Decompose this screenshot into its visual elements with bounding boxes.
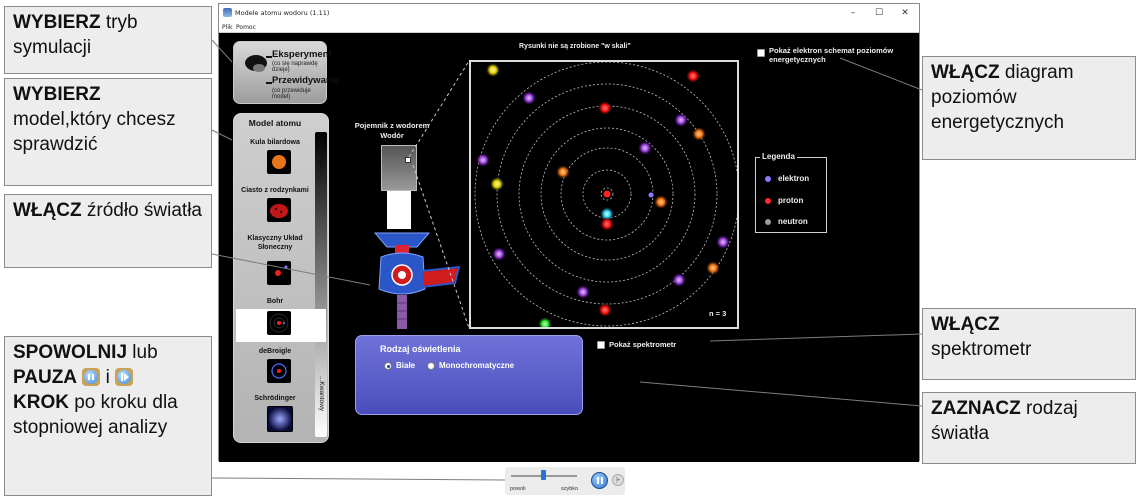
callout-speed-t2: i — [105, 367, 110, 388]
callout-lighttype-bold: ZAZNACZ — [931, 398, 1021, 419]
model-debroglie-button[interactable] — [267, 359, 291, 383]
legend: Legenda elektron proton neutron — [755, 152, 827, 233]
white-light-label: Białe — [396, 361, 416, 370]
model-plum-button[interactable] — [267, 198, 291, 222]
orbiting-electron — [648, 192, 654, 198]
legend-electron: elektron — [778, 174, 810, 183]
callout-model-bold: WYBIERZ — [13, 84, 101, 105]
model-label-schrodinger: Schrödinger — [254, 395, 296, 402]
model-schrodinger-button[interactable] — [267, 406, 293, 432]
monochromatic-radio[interactable] — [427, 362, 435, 370]
callout-spectro-bold: WŁĄCZ — [931, 314, 1000, 335]
quantum-axis-label: ...Kwantowy — [318, 376, 325, 412]
debroglie-wave-icon — [271, 363, 287, 379]
prediction-option[interactable]: Przewidywanie — [272, 75, 340, 86]
light-type-panel: Rodzaj oświetlenia Białe Monochromatyczn… — [355, 335, 583, 415]
callout-spectro-text: spektrometr — [931, 339, 1032, 360]
callout-energy-bold: WŁĄCZ — [931, 62, 1000, 83]
bohr-atom-icon — [269, 313, 289, 333]
callout-light: WŁĄCZ źródło światła — [4, 194, 212, 268]
slow-label: powoli — [510, 486, 526, 492]
experiment-option[interactable]: Eksperyment — [272, 49, 332, 60]
callout-speed-bold1: SPOWOLNIJ — [13, 342, 128, 363]
legend-proton: proton — [778, 196, 804, 205]
callout-light-bold: WŁĄCZ — [13, 200, 82, 221]
maximize-button[interactable]: ☐ — [867, 7, 891, 19]
menu-file[interactable]: Plik — [222, 24, 232, 31]
monochromatic-label: Monochromatyczne — [439, 361, 515, 370]
zoom-lines — [408, 60, 470, 329]
atom-model-panel: Model atomu Klasyczny... ...Kwantowy Kul… — [233, 113, 329, 443]
experiment-subtitle: (co się naprawdę dzieje) — [272, 61, 318, 73]
plum-pudding-icon — [270, 204, 288, 218]
callout-model: WYBIERZ model,który chcesz sprawdzić — [4, 78, 212, 186]
callout-light-text: źródło światła — [81, 200, 202, 221]
scale-note: Rysunki nie są zrobione "w skali" — [519, 43, 631, 50]
menu-bar: Plik Pomoc — [219, 22, 919, 33]
pause-icon — [82, 368, 101, 386]
callout-mode: WYBIERZ tryb symulacji — [4, 6, 212, 74]
model-label-debroglie: deBroigle — [258, 348, 292, 355]
energy-state-label: n = 3 — [709, 309, 727, 318]
model-label-bohr: Bohr — [266, 298, 284, 305]
callout-spectro: WŁĄCZ spektrometr — [922, 308, 1136, 380]
prediction-subtitle: (co przewiduje model) — [272, 88, 311, 100]
model-billiard-button[interactable] — [267, 150, 291, 174]
nucleus-proton — [603, 190, 611, 198]
callout-speed-bold3: KROK — [13, 392, 69, 413]
model-bohr-button[interactable] — [267, 311, 291, 335]
show-energy-diagram-checkbox[interactable] — [757, 49, 765, 57]
step-icon — [115, 368, 134, 386]
electron-dot-icon — [765, 176, 771, 182]
white-light-radio[interactable] — [384, 362, 392, 370]
title-bar: Modele atomu wodoru (1.11) – ☐ ✕ — [219, 4, 919, 22]
callout-model-text: model,który chcesz sprawdzić — [13, 109, 176, 155]
fast-label: szybko — [561, 486, 579, 492]
callout-speed-t1: lub — [127, 342, 158, 363]
solar-system-icon — [275, 265, 288, 276]
callout-lighttype: ZAZNACZ rodzaj światła — [922, 392, 1136, 464]
model-label-billiard: Kula bilardowa — [250, 139, 300, 146]
app-window: Modele atomu wodoru (1.11) – ☐ ✕ Plik Po… — [218, 3, 920, 462]
model-panel-title: Model atomu — [248, 118, 302, 128]
show-energy-diagram-label: Pokaż elektron schemat poziomów energety… — [769, 46, 894, 64]
bohr-atom-diagram — [474, 61, 740, 331]
window-title: Modele atomu wodoru (1.11) — [235, 9, 330, 17]
menu-help[interactable]: Pomoc — [236, 24, 256, 31]
step-button[interactable]: |▸ — [612, 474, 624, 486]
speed-controls: powoli szybko |▸ — [505, 467, 625, 495]
classical-axis-label: Klasyczny... — [318, 138, 325, 173]
close-button[interactable]: ✕ — [893, 7, 917, 19]
mode-panel: Eksperyment (co się naprawdę dzieje) Prz… — [233, 41, 340, 104]
app-icon — [223, 8, 232, 17]
callout-energy: WŁĄCZ diagram poziomów energetycznych — [922, 56, 1136, 160]
model-solar-button[interactable] — [267, 261, 291, 285]
legend-neutron: neutron — [778, 217, 808, 226]
model-label-plum: Ciasto z rodzynkami — [241, 187, 309, 194]
pause-button[interactable] — [591, 472, 608, 489]
show-spectrometer-label: Pokaż spektrometr — [609, 340, 677, 349]
model-label-solar: Klasyczny Układ Słoneczny — [247, 235, 303, 251]
proton-dot-icon — [765, 198, 771, 204]
photons — [476, 63, 730, 331]
callout-speed-bold2: PAUZA — [13, 367, 78, 388]
speed-slider-knob[interactable] — [541, 470, 546, 480]
callout-mode-bold: WYBIERZ — [13, 12, 101, 33]
billiard-ball-icon — [272, 155, 286, 169]
legend-title: Legenda — [760, 152, 797, 161]
callout-speed: SPOWOLNIJ lub PAUZA i KROK po kroku dla … — [4, 336, 212, 496]
simulation-stage: Eksperyment (co się naprawdę dzieje) Prz… — [219, 33, 919, 462]
show-spectrometer-checkbox[interactable] — [597, 341, 605, 349]
minimize-button[interactable]: – — [841, 7, 865, 19]
atom-view — [469, 60, 740, 331]
neutron-dot-icon — [765, 219, 771, 225]
light-type-title: Rodzaj oświetlenia — [380, 344, 461, 354]
electron-cloud-icon — [268, 407, 292, 431]
